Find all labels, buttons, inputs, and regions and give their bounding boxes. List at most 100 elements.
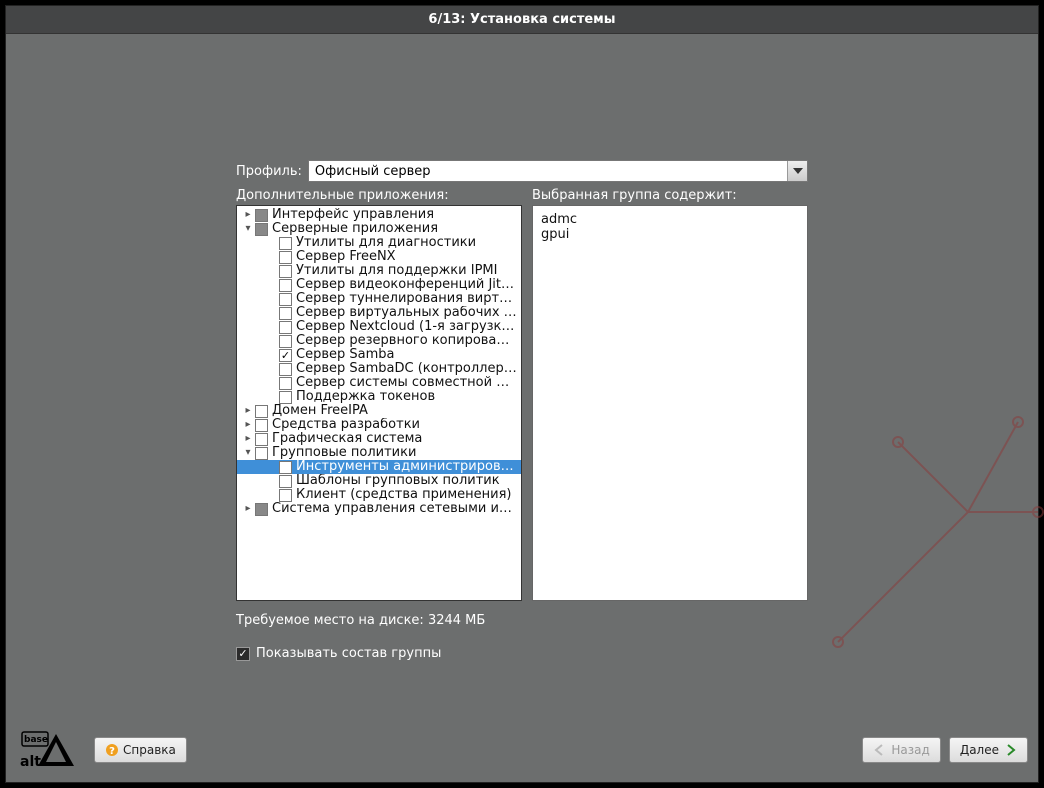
tree-item[interactable]: ▸ Интерфейс управления <box>237 208 521 222</box>
arrow-left-icon <box>873 743 887 757</box>
next-button[interactable]: Далее <box>949 737 1028 763</box>
expand-icon[interactable]: ▸ <box>241 208 255 222</box>
tree-item-checkbox[interactable] <box>279 237 292 250</box>
tree-item-checkbox[interactable] <box>279 377 292 390</box>
tree-item-label: Интерфейс управления <box>272 208 434 222</box>
tree-item[interactable]: Утилиты для диагностики <box>237 236 521 250</box>
tree-item[interactable]: ▸ Домен FreeIPA <box>237 404 521 418</box>
expand-icon[interactable]: ▸ <box>241 418 255 432</box>
tree-item-label: Система управления сетевыми интер… <box>272 502 517 516</box>
tree-item-label: Шаблоны групповых политик <box>296 474 500 488</box>
arrow-right-icon <box>1003 743 1017 757</box>
tree-item[interactable]: Сервер системы совместной рабо… <box>237 376 521 390</box>
tree-item[interactable]: Сервер Samba <box>237 348 521 362</box>
tree-item-label: Сервер Samba <box>296 348 394 362</box>
selected-group-label: Выбранная группа содержит: <box>532 188 808 203</box>
tree-item-checkbox[interactable] <box>279 475 292 488</box>
tree-item-checkbox[interactable] <box>255 223 268 236</box>
tree-item-label: Сервер Nextcloud (1-я загрузка сис… <box>296 320 517 334</box>
package-tree-panel[interactable]: ▸ Интерфейс управления ▾ Серверные приложен… <box>236 205 522 601</box>
tree-item-checkbox[interactable] <box>279 307 292 320</box>
tree-item-label: Средства разработки <box>272 418 420 432</box>
collapse-icon[interactable]: ▾ <box>241 446 255 460</box>
tree-item-checkbox[interactable] <box>279 489 292 502</box>
tree-item-label: Сервер SambaDC (контроллер AD) <box>296 362 517 376</box>
expand-icon[interactable]: ▸ <box>241 432 255 446</box>
back-button[interactable]: Назад <box>862 737 940 763</box>
tree-item-checkbox[interactable] <box>255 503 268 516</box>
tree-item-label: Сервер туннелирования виртуаль… <box>296 292 517 306</box>
chevron-down-icon <box>793 168 803 174</box>
tree-item-label: Сервер FreeNX <box>296 250 396 264</box>
tree-item-label: Серверные приложения <box>272 222 438 236</box>
tree-item-checkbox[interactable] <box>255 405 268 418</box>
tree-item[interactable]: Сервер резервного копирования о… <box>237 334 521 348</box>
tree-item[interactable]: Утилиты для поддержки IPMI <box>237 264 521 278</box>
tree-item-label: Клиент (средства применения) <box>296 488 511 502</box>
tree-item[interactable]: Сервер туннелирования виртуаль… <box>237 292 521 306</box>
help-button-label: Справка <box>123 743 176 757</box>
tree-item-checkbox[interactable] <box>279 391 292 404</box>
additional-apps-label: Дополнительные приложения: <box>236 188 522 203</box>
window-title: 6/13: Установка системы <box>428 12 615 27</box>
tree-item[interactable]: ▸ Средства разработки <box>237 418 521 432</box>
footer: base alt ? Справка Назад Далее <box>16 728 1028 772</box>
show-group-row: ✓ Показывать состав группы <box>236 646 808 661</box>
svg-text:base: base <box>24 735 48 745</box>
tree-item[interactable]: Поддержка токенов <box>237 390 521 404</box>
next-button-label: Далее <box>960 743 999 757</box>
back-button-label: Назад <box>891 743 929 757</box>
tree-item[interactable]: Сервер видеоконференций Jitsi Meet <box>237 278 521 292</box>
tree-item-checkbox[interactable] <box>279 251 292 264</box>
collapse-icon[interactable]: ▾ <box>241 222 255 236</box>
tree-item[interactable]: ▸Графическая система <box>237 432 521 446</box>
profile-label: Профиль: <box>236 164 302 179</box>
tree-item-label: Сервер видеоконференций Jitsi Meet <box>296 278 517 292</box>
tree-item-label: Групповые политики <box>272 446 416 460</box>
show-group-label: Показывать состав группы <box>256 646 441 661</box>
help-button[interactable]: ? Справка <box>94 737 187 763</box>
tree-item-checkbox[interactable] <box>279 265 292 278</box>
tree-item[interactable]: Сервер Nextcloud (1-я загрузка сис… <box>237 320 521 334</box>
tree-item[interactable]: Сервер SambaDC (контроллер AD) <box>237 362 521 376</box>
tree-item-label: Сервер системы совместной рабо… <box>296 376 517 390</box>
tree-item-checkbox[interactable] <box>279 349 292 362</box>
tree-item[interactable]: Шаблоны групповых политик <box>237 474 521 488</box>
group-package: gpui <box>541 227 799 242</box>
tree-item[interactable]: ▸ Система управления сетевыми интер… <box>237 502 521 516</box>
expand-icon[interactable]: ▸ <box>241 502 255 516</box>
tree-item-checkbox[interactable] <box>255 447 268 460</box>
tree-item-checkbox[interactable] <box>255 433 268 446</box>
tree-item[interactable]: ▾ Серверные приложения <box>237 222 521 236</box>
tree-item-checkbox[interactable] <box>279 335 292 348</box>
tree-item-checkbox[interactable] <box>279 279 292 292</box>
tree-item-checkbox[interactable] <box>255 209 268 222</box>
tree-item-label: Сервер резервного копирования о… <box>296 334 517 348</box>
tree-item-label: Поддержка токенов <box>296 390 435 404</box>
group-package: admc <box>541 212 799 227</box>
installer-window: 6/13: Установка системы Профиль: Офисный… <box>5 5 1039 783</box>
expand-icon[interactable]: ▸ <box>241 404 255 418</box>
tree-item[interactable]: Сервер FreeNX <box>237 250 521 264</box>
disk-required-label: Требуемое место на диске: 3244 МБ <box>236 613 808 628</box>
combobox-dropdown-button[interactable] <box>787 161 807 181</box>
basealt-logo: base alt <box>16 728 86 772</box>
profile-combobox[interactable]: Офисный сервер <box>308 160 808 182</box>
group-contents-panel: admcgpui <box>532 205 808 601</box>
tree-item-checkbox[interactable] <box>279 363 292 376</box>
tree-item-label: Утилиты для поддержки IPMI <box>296 264 497 278</box>
package-tree: ▸ Интерфейс управления ▾ Серверные приложен… <box>237 206 521 518</box>
tree-item-label: Сервер виртуальных рабочих стол… <box>296 306 517 320</box>
tree-item[interactable]: Инструменты администрирования <box>237 460 521 474</box>
tree-item[interactable]: Сервер виртуальных рабочих стол… <box>237 306 521 320</box>
tree-item-checkbox[interactable] <box>255 419 268 432</box>
titlebar: 6/13: Установка системы <box>6 6 1038 34</box>
tree-item[interactable]: Клиент (средства применения) <box>237 488 521 502</box>
tree-item-checkbox[interactable] <box>279 321 292 334</box>
tree-item-label: Домен FreeIPA <box>272 404 368 418</box>
profile-value: Офисный сервер <box>315 164 431 179</box>
tree-item[interactable]: ▾ Групповые политики <box>237 446 521 460</box>
show-group-checkbox[interactable]: ✓ <box>236 647 250 661</box>
tree-item-checkbox[interactable] <box>279 293 292 306</box>
tree-item-checkbox[interactable] <box>279 461 292 474</box>
